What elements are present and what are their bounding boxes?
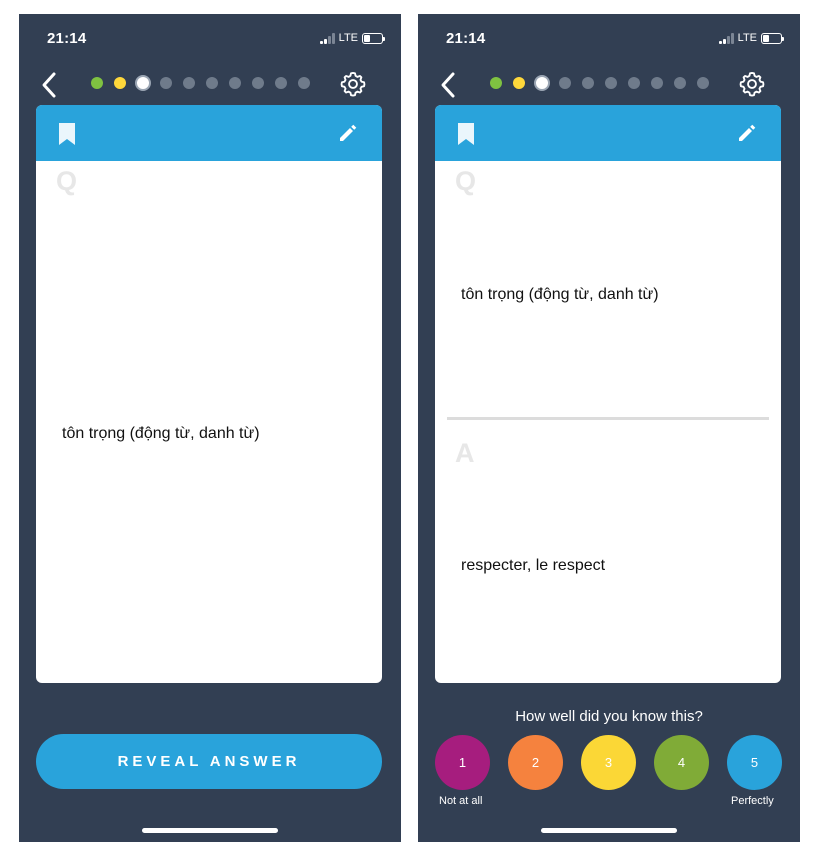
progress-dot [114,77,126,89]
status-indicators: LTE [319,32,385,44]
status-time: 21:14 [47,30,87,47]
progress-dot [651,77,663,89]
progress-dot [559,77,571,89]
rating-button-3[interactable]: 3 [581,735,636,790]
rating-buttons: 1 2 3 4 5 [435,735,783,791]
progress-dot [206,77,218,89]
progress-dot [605,77,617,89]
bookmark-icon[interactable] [457,123,475,145]
nav-bar [19,66,401,102]
flashcard: Q tôn trọng (động từ, danh từ) A respect… [435,105,781,683]
rating-max-caption: Perfectly [731,795,774,807]
question-text: tôn trọng (động từ, danh từ) [62,425,260,442]
nav-bar [418,66,800,102]
back-button[interactable] [436,70,462,100]
rating-min-caption: Not at all [439,795,483,807]
answer-text: respecter, le respect [461,557,606,574]
gear-icon [739,71,765,97]
progress-dot [582,77,594,89]
progress-dot [298,77,310,89]
progress-dot [183,77,195,89]
progress-dot [275,77,287,89]
back-button[interactable] [37,70,63,100]
rating-button-1[interactable]: 1 [435,735,490,790]
answer-letter: A [455,438,475,468]
settings-button[interactable] [339,70,367,98]
pencil-icon[interactable] [737,123,757,143]
flashcard: Q tôn trọng (động từ, danh từ) [36,105,382,683]
status-bar: 21:14 LTE [418,14,800,62]
home-indicator [541,828,677,833]
progress-dot [91,77,103,89]
status-indicators: LTE [718,32,784,44]
card-header [435,105,781,161]
phone-screen-answer: 21:14 LTE Q tôn trọng (động từ, danh từ)… [418,14,800,842]
progress-dot [252,77,264,89]
progress-dots [91,75,321,91]
question-text: tôn trọng (động từ, danh từ) [461,286,659,303]
progress-dot-current [534,75,550,91]
chevron-left-icon [441,72,455,98]
rating-prompt: How well did you know this? [515,708,703,725]
progress-dot [674,77,686,89]
reveal-answer-button[interactable]: REVEAL ANSWER [36,734,382,789]
progress-dot [513,77,525,89]
battery-icon [362,32,385,44]
progress-dot [490,77,502,89]
progress-dot [229,77,241,89]
home-indicator [142,828,278,833]
signal-icon [718,32,734,44]
question-letter: Q [56,166,78,196]
progress-dot [628,77,640,89]
status-bar: 21:14 LTE [19,14,401,62]
signal-icon [319,32,335,44]
rating-button-4[interactable]: 4 [654,735,709,790]
progress-dot [160,77,172,89]
status-time: 21:14 [446,30,486,47]
gear-icon [340,71,366,97]
rating-button-2[interactable]: 2 [508,735,563,790]
network-label: LTE [338,32,358,44]
progress-dots [490,75,720,91]
card-header [36,105,382,161]
chevron-left-icon [42,72,56,98]
phone-screen-question: 21:14 LTE Q tôn trọng (động từ, danh từ)… [19,14,401,842]
card-divider [447,417,769,420]
progress-dot-current [135,75,151,91]
pencil-icon[interactable] [338,123,358,143]
rating-button-5[interactable]: 5 [727,735,782,790]
battery-icon [761,32,784,44]
network-label: LTE [737,32,757,44]
settings-button[interactable] [738,70,766,98]
question-letter: Q [455,166,477,196]
progress-dot [697,77,709,89]
bookmark-icon[interactable] [58,123,76,145]
